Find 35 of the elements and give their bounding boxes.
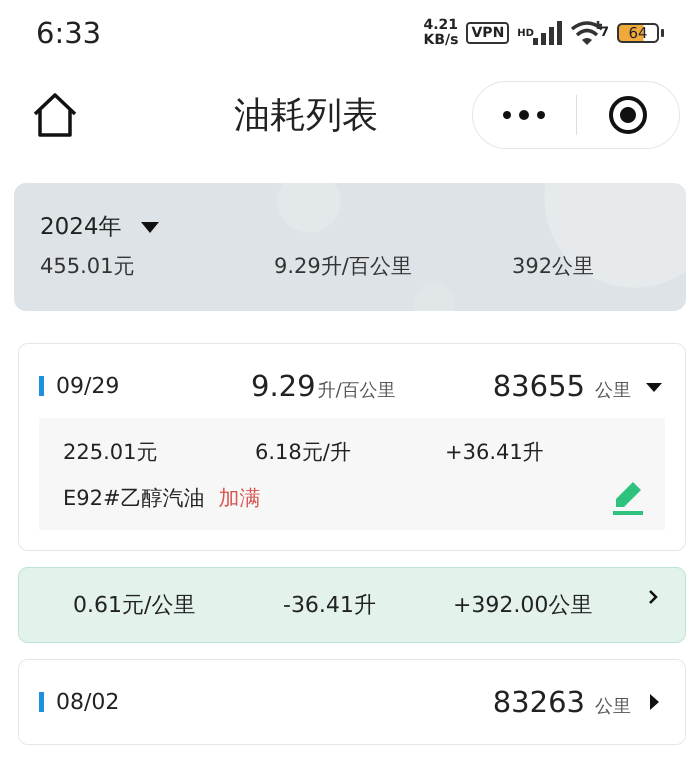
record-card[interactable]: 09/29 9.29 升/百公里 83655 公里 225.01元 6.18元/升 +36.41升 E92#乙醇汽油 加满 — [18, 343, 686, 551]
odometer-value: 83263 — [492, 685, 585, 719]
odometer-value: 83655 — [492, 369, 585, 403]
clock-time: 6:33 — [36, 16, 102, 50]
network-speed: 4.21 KB/s — [424, 18, 458, 48]
fill-tag: 加满 — [218, 484, 261, 512]
volume-text: +36.41升 — [445, 439, 545, 466]
wifi-standard-label: 7 — [600, 24, 609, 40]
accent-bar — [39, 376, 44, 396]
consumption-unit: 升/百公里 — [318, 379, 396, 402]
price-text: 6.18元/升 — [255, 439, 352, 466]
odometer-unit: 公里 — [595, 695, 631, 718]
total-cost: 455.01元 — [40, 253, 136, 280]
dots-icon[interactable] — [502, 110, 546, 120]
target-icon[interactable] — [608, 95, 648, 135]
average-consumption: 9.29升/百公里 — [274, 253, 413, 280]
page-title: 油耗列表 — [233, 94, 379, 138]
record-date: 09/29 — [56, 374, 120, 398]
vpn-badge: VPN — [466, 22, 510, 44]
caret-down-icon[interactable] — [140, 220, 160, 234]
distance-text: +392.00公里 — [453, 592, 594, 620]
fuel-type: E92#乙醇汽油 — [63, 485, 205, 512]
odometer-unit: 公里 — [595, 379, 631, 402]
interval-card[interactable]: 0.61元/公里 -36.41升 +392.00公里 — [18, 567, 686, 643]
record-date: 08/02 — [56, 690, 120, 714]
volume-text: -36.41升 — [283, 592, 377, 620]
cost-text: 225.01元 — [63, 439, 158, 466]
consumption-value: 9.29 — [251, 369, 316, 403]
hd-label: HD — [517, 28, 534, 38]
cost-per-km: 0.61元/公里 — [73, 592, 196, 620]
accent-bar — [39, 692, 44, 712]
signal-icon — [532, 20, 562, 46]
year-label[interactable]: 2024年 — [40, 211, 122, 242]
total-distance: 392公里 — [512, 253, 596, 280]
record-card[interactable]: 08/02 83263 公里 — [18, 659, 686, 745]
